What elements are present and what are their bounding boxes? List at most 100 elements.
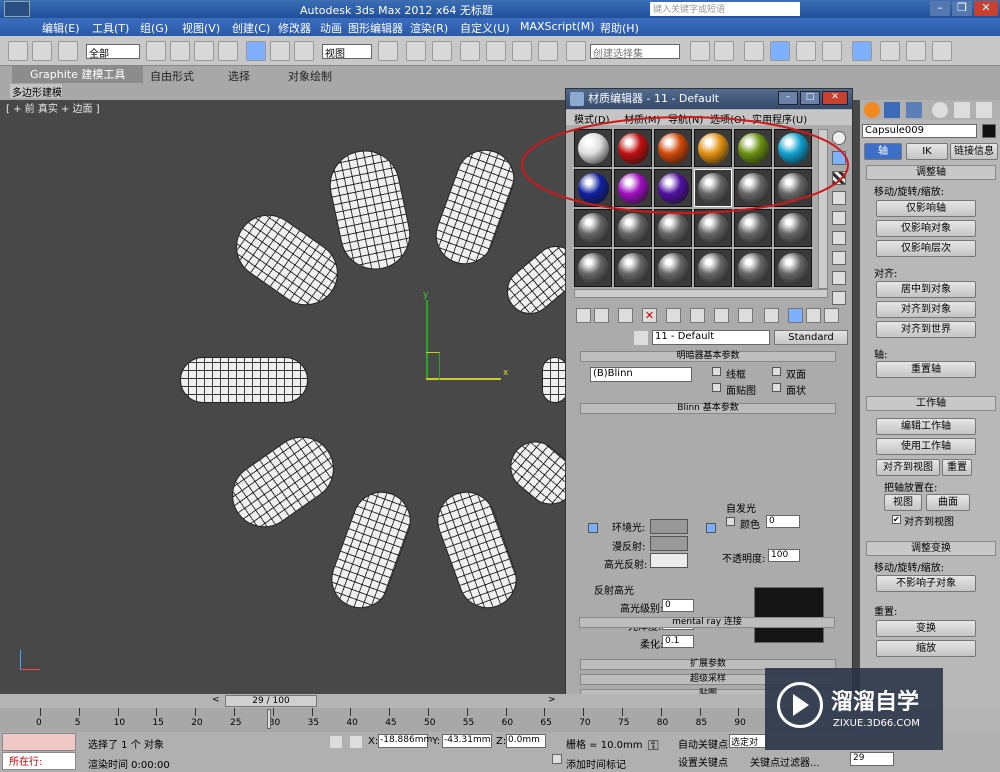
x-coord-field[interactable]: -18.886mm [378,734,432,748]
capsule-object[interactable] [180,357,308,403]
time-tag-icon[interactable] [552,754,562,764]
tab-link-info[interactable]: 链接信息 [950,143,998,160]
use-working-pivot-button[interactable]: 使用工作轴 [876,438,976,455]
percent-snap-icon[interactable] [512,41,532,61]
menu-group[interactable]: 组(G) [140,20,168,36]
faceted-checkbox[interactable] [772,383,781,392]
rotate-icon[interactable] [270,41,290,61]
menu-views[interactable]: 视图(V) [182,20,220,36]
time-slider-track[interactable] [0,694,860,708]
named-selection-dropdown[interactable]: 创建选择集 [590,44,680,60]
assign-material-icon[interactable] [618,308,633,323]
time-slider-thumb[interactable]: 29 / 100 [225,695,317,707]
align-icon[interactable] [714,41,734,61]
blinn-rollout-header[interactable]: Blinn 基本参数 [580,403,836,414]
set-key-button[interactable]: 设置关键点 [678,754,728,769]
current-frame-field[interactable]: 29 [850,752,894,766]
select-by-name-icon[interactable] [170,41,190,61]
add-time-tag[interactable]: 添加时间标记 [566,756,626,771]
key-filters-button[interactable]: 关键点过滤器... [750,754,820,769]
menu-help[interactable]: 帮助(H) [600,20,639,36]
edit-working-pivot-button[interactable]: 编辑工作轴 [876,418,976,435]
keyboard-shortcut-icon[interactable] [432,41,452,61]
window-crossing-icon[interactable] [218,41,238,61]
viewport-label[interactable]: [ + 前 真实 + 边面 ] [6,100,100,115]
z-coord-field[interactable]: 0.0mm [506,734,546,748]
unlink-icon[interactable] [32,41,52,61]
key-icon[interactable]: ⚿ [648,739,670,753]
bind-spacewarp-icon[interactable] [58,41,78,61]
rendered-frame-icon[interactable] [906,41,926,61]
material-sample-slot[interactable] [614,249,652,287]
render-setup-icon[interactable] [880,41,900,61]
spec-level-spinner[interactable]: 0 [662,599,694,612]
object-color-swatch[interactable] [982,124,996,138]
get-material-icon[interactable] [576,308,591,323]
align-to-object-button[interactable]: 对齐到对象 [876,301,976,318]
selection-lock-icon[interactable] [330,736,342,748]
material-sample-slot[interactable] [654,249,692,287]
tab-freeform[interactable]: 自由形式 [150,68,194,84]
material-name-dropdown[interactable]: 11 - Default [652,330,770,345]
rect-selection-icon[interactable] [194,41,214,61]
selected-object-dropdown[interactable]: 选定对象 [729,734,767,748]
reset-map-icon[interactable]: ✕ [642,308,657,323]
restore-button[interactable]: ❐ [952,1,972,16]
material-sample-slot[interactable] [774,249,812,287]
close-button[interactable]: ✕ [974,1,998,16]
absolute-mode-icon[interactable] [350,736,362,748]
material-sample-slot[interactable] [574,249,612,287]
ribbon-subtab[interactable]: 多边形建模 [10,84,62,99]
affect-hierarchy-only-button[interactable]: 仅影响层次 [876,240,976,257]
menu-tools[interactable]: 工具(T) [92,20,129,36]
options-icon[interactable] [832,251,846,265]
diffuse-swatch[interactable] [650,536,688,551]
surface-button[interactable]: 曲面 [926,494,970,511]
render-teapot-icon[interactable] [932,41,952,61]
diffuse-map-button[interactable] [706,523,716,533]
prev-frame-icon[interactable]: < [212,695,222,707]
eyedropper-icon[interactable] [634,331,648,345]
tab-selection[interactable]: 选择 [228,68,250,84]
maxscript-listener[interactable] [2,733,76,751]
go-parent-icon[interactable] [806,308,821,323]
self-illum-spinner[interactable]: 0 [766,515,800,528]
affect-object-only-button[interactable]: 仅影响对象 [876,220,976,237]
next-frame-icon[interactable]: > [548,695,558,707]
face-map-checkbox[interactable] [712,383,721,392]
put-to-scene-icon[interactable] [594,308,609,323]
shader-rollout-header[interactable]: 明暗器基本参数 [580,351,836,362]
move-icon[interactable] [246,41,266,61]
tab-graphite[interactable]: Graphite 建模工具 [12,66,144,83]
pivot-center-icon[interactable] [378,41,398,61]
menu-graph-editors[interactable]: 图形编辑器 [348,20,403,36]
align-to-view-button[interactable]: 对齐到视图 [876,459,940,476]
two-sided-checkbox[interactable] [772,367,781,376]
menu-maxscript[interactable]: MAXScript(M) [520,20,595,33]
make-unique-icon[interactable] [690,308,705,323]
slots-hscrollbar[interactable] [574,289,828,298]
utilities-tab-icon[interactable] [976,102,992,118]
scale-icon[interactable] [294,41,314,61]
minimize-button[interactable]: – [930,1,950,16]
auto-key-button[interactable]: 自动关键点 [678,736,728,751]
motion-tab-icon[interactable] [932,102,948,118]
search-field[interactable]: 键入关键字或短语 [650,2,800,16]
soften-spinner[interactable]: 0.1 [662,635,694,648]
align-to-world-button[interactable]: 对齐到世界 [876,321,976,338]
self-illum-color-checkbox[interactable] [726,517,735,526]
modify-tab-icon[interactable] [884,102,900,118]
snap-icon[interactable] [460,41,480,61]
app-logo[interactable] [4,1,30,17]
material-navigator-icon[interactable] [832,291,846,305]
menu-rendering[interactable]: 渲染(R) [410,20,448,36]
display-tab-icon[interactable] [954,102,970,118]
go-sibling-icon[interactable] [824,308,839,323]
create-tab-icon[interactable] [864,102,880,118]
mat-close-button[interactable]: ✕ [822,91,848,105]
show-map-icon[interactable] [764,308,779,323]
put-to-library-icon[interactable] [714,308,729,323]
select-manipulate-icon[interactable] [406,41,426,61]
selection-filter-dropdown[interactable]: 全部 [86,44,140,60]
align-to-view-checkbox[interactable]: ✔ [892,515,901,524]
